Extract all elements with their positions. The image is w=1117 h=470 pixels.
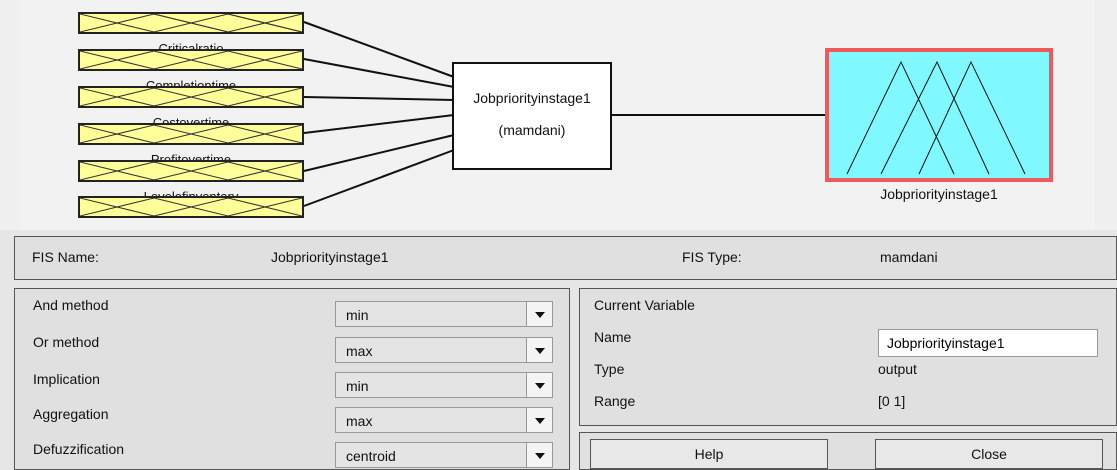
variable-range-value: [0 1] — [878, 393, 906, 409]
fis-system-block[interactable]: Jobpriorityinstage1 (mamdani) — [452, 62, 612, 170]
fis-name-value: Jobpriorityinstage1 — [271, 249, 389, 265]
membership-function-icon — [80, 88, 302, 106]
output-variable-label: Jobpriorityinstage1 — [880, 186, 998, 202]
input-variable-box[interactable] — [78, 86, 304, 108]
chevron-down-icon[interactable] — [526, 373, 552, 397]
fis-name-label: FIS Name: — [32, 249, 99, 265]
implication-label: Implication — [33, 371, 100, 387]
fis-type-label: FIS Type: — [682, 249, 742, 265]
defuzzification-value: centroid — [346, 448, 396, 464]
variable-name-label: Name — [594, 329, 632, 345]
chevron-down-icon[interactable] — [526, 443, 552, 467]
input-variable-label: Costovertime — [152, 115, 230, 123]
variable-type-value: output — [878, 361, 917, 377]
output-membership-icon — [846, 60, 1026, 175]
variable-range-label: Range — [594, 393, 636, 409]
help-button[interactable]: Help — [590, 439, 828, 469]
implication-select[interactable]: min — [335, 372, 553, 398]
methods-panel: And method min Or method max Implication… — [14, 288, 570, 470]
close-button[interactable]: Close — [875, 439, 1103, 469]
current-variable-panel: Current Variable Name Type output Range … — [579, 288, 1117, 426]
membership-function-icon — [80, 125, 302, 143]
aggregation-select[interactable]: max — [335, 407, 553, 433]
variable-name-input[interactable] — [878, 329, 1098, 357]
aggregation-value: max — [346, 413, 373, 429]
and-method-label: And method — [33, 297, 109, 313]
input-variable-box[interactable] — [78, 49, 304, 71]
and-method-select[interactable]: min — [335, 301, 553, 327]
fis-system-name: Jobpriorityinstage1 — [473, 90, 591, 106]
fis-system-type: (mamdani) — [498, 122, 566, 138]
fis-info-panel: FIS Name: Jobpriorityinstage1 FIS Type: … — [14, 236, 1117, 280]
or-method-value: max — [346, 343, 373, 359]
input-variable-box[interactable] — [78, 123, 304, 145]
or-method-select[interactable]: max — [335, 337, 553, 363]
implication-value: min — [346, 378, 369, 394]
membership-function-icon — [80, 14, 302, 32]
membership-function-icon — [80, 51, 302, 69]
membership-function-icon — [80, 198, 302, 216]
input-variable-label: Criticalratio — [158, 41, 224, 49]
chevron-down-icon[interactable] — [526, 408, 552, 432]
or-method-label: Or method — [33, 334, 100, 350]
fis-type-value: mamdani — [880, 249, 938, 265]
input-variable-box[interactable] — [78, 160, 304, 182]
fis-diagram-area: Criticalratio Completiontime Costovertim… — [0, 0, 1117, 230]
aggregation-label: Aggregation — [33, 406, 109, 422]
input-variable-label: Profitovertime — [150, 152, 232, 160]
chevron-down-icon[interactable] — [526, 302, 552, 326]
input-variable-box[interactable] — [78, 12, 304, 34]
defuzzification-select[interactable]: centroid — [335, 442, 553, 468]
and-method-value: min — [346, 307, 369, 323]
input-variable-box[interactable] — [78, 196, 304, 218]
defuzzification-label: Defuzzification — [33, 441, 125, 457]
current-variable-title: Current Variable — [594, 297, 695, 313]
input-variable-label: Completiontime — [145, 78, 237, 86]
buttons-panel: Help Close — [579, 432, 1117, 470]
variable-type-label: Type — [594, 361, 625, 377]
chevron-down-icon[interactable] — [526, 338, 552, 362]
output-variable-box[interactable] — [825, 48, 1053, 182]
membership-function-icon — [80, 162, 302, 180]
